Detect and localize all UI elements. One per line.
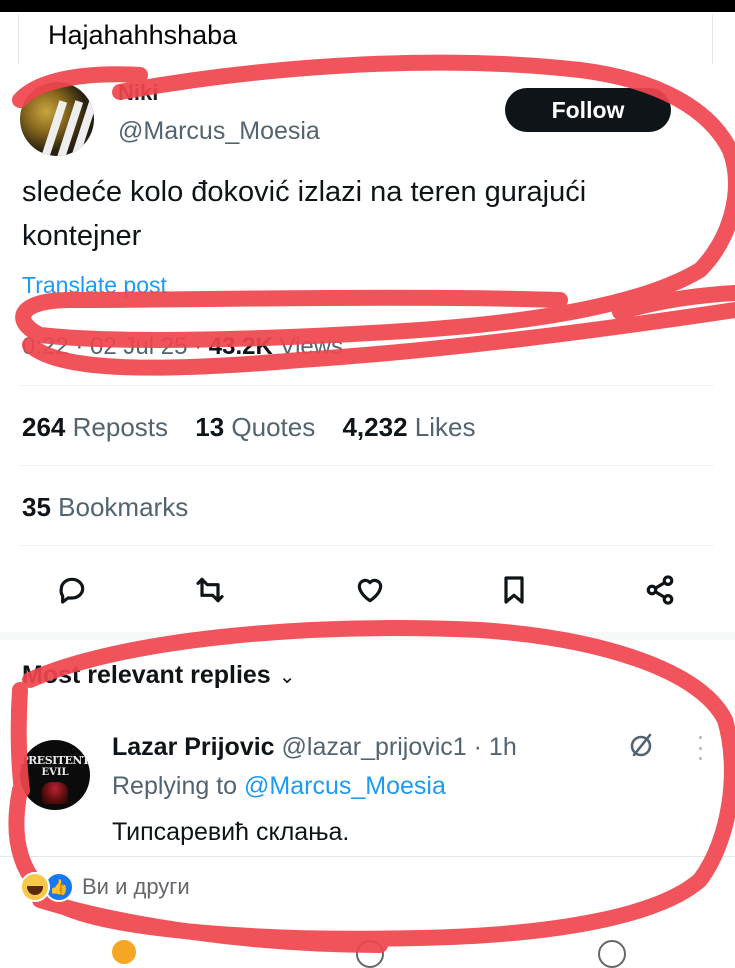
haha-reaction-icon — [20, 872, 50, 902]
comment-icon[interactable] — [356, 940, 384, 968]
divider — [20, 545, 714, 546]
bookmarks-stat[interactable]: 35 Bookmarks — [22, 492, 188, 523]
reply-icon[interactable] — [52, 568, 92, 612]
chevron-down-icon: ⌄ — [278, 666, 296, 688]
messenger-icon[interactable] — [598, 940, 626, 968]
post-caption: Hajahahhshaba — [48, 20, 238, 50]
replying-to-line: Replying to @Marcus_Moesia — [112, 772, 446, 801]
reaction-summary-text: Ви и други — [82, 874, 190, 899]
likes-count: 4,232 — [342, 412, 408, 442]
author-avatar[interactable] — [20, 82, 94, 156]
bookmarks-label: Bookmarks — [58, 492, 189, 522]
reply-author-handle[interactable]: @lazar_prijovic1 · 1h — [282, 733, 517, 761]
divider — [0, 856, 735, 857]
grok-icon[interactable] — [626, 730, 656, 760]
tweet-text: sledeće kolo đoković izlazi na teren gur… — [22, 176, 587, 252]
avatar-figure — [42, 782, 68, 804]
reposts-stat[interactable]: 264 Reposts — [22, 412, 168, 442]
card-frame-left — [18, 14, 19, 64]
follow-button[interactable]: Follow — [505, 88, 671, 132]
likes-stat[interactable]: 4,232 Likes — [342, 412, 475, 442]
reposts-count: 264 — [22, 412, 66, 442]
section-separator — [0, 632, 735, 640]
quotes-count: 13 — [195, 412, 225, 442]
tweet-action-bar — [0, 568, 735, 616]
bookmarks-count: 35 — [22, 492, 51, 522]
reply-author-line: Lazar Prijovic @lazar_prijovic1 · 1h — [112, 733, 517, 762]
card-frame-right — [712, 14, 713, 64]
divider — [20, 385, 714, 386]
reply-text: Типсаревић склања. — [112, 818, 350, 846]
bottom-react-icon[interactable] — [112, 940, 136, 964]
views-count: 43.2K — [208, 333, 273, 360]
reaction-summary[interactable]: 👍 Ви и други — [20, 871, 190, 903]
avatar-text-line1: PRESITENT — [20, 754, 90, 767]
avatar-text-line2: EVIL — [41, 767, 69, 778]
replies-sort-dropdown[interactable]: Most relevant replies ⌄ — [22, 661, 295, 690]
share-icon[interactable] — [640, 568, 680, 612]
bookmark-icon[interactable] — [494, 568, 534, 612]
replying-prefix: Replying to — [112, 772, 245, 800]
author-name[interactable]: Niki — [118, 80, 158, 106]
more-options-icon[interactable] — [696, 736, 704, 760]
heart-icon[interactable] — [350, 568, 390, 612]
quotes-stat[interactable]: 13 Quotes — [195, 412, 315, 442]
views-label: Views — [279, 333, 344, 360]
replies-sort-label: Most relevant replies — [22, 661, 271, 689]
tweet-meta: 0:22 · 02 Jul 25 · 43.2K Views — [22, 333, 343, 361]
top-black-bar — [0, 0, 735, 12]
reply-author-name[interactable]: Lazar Prijovic — [112, 733, 275, 761]
reposts-label: Reposts — [72, 412, 169, 442]
translate-post-link[interactable]: Translate post — [22, 272, 167, 299]
retweet-icon[interactable] — [190, 568, 230, 612]
quotes-label: Quotes — [231, 412, 316, 442]
reply-avatar[interactable]: PRESITENT EVIL — [20, 740, 90, 810]
likes-label: Likes — [414, 412, 476, 442]
author-handle[interactable]: @Marcus_Moesia — [118, 117, 320, 146]
replying-to-handle[interactable]: @Marcus_Moesia — [244, 772, 446, 800]
engagement-stats: 264 Reposts 13 Quotes 4,232 Likes — [22, 412, 495, 443]
divider — [20, 465, 714, 466]
tweet-timestamp[interactable]: 0:22 · 02 Jul 25 · — [22, 333, 209, 360]
red-marker-scribble — [8, 54, 735, 953]
